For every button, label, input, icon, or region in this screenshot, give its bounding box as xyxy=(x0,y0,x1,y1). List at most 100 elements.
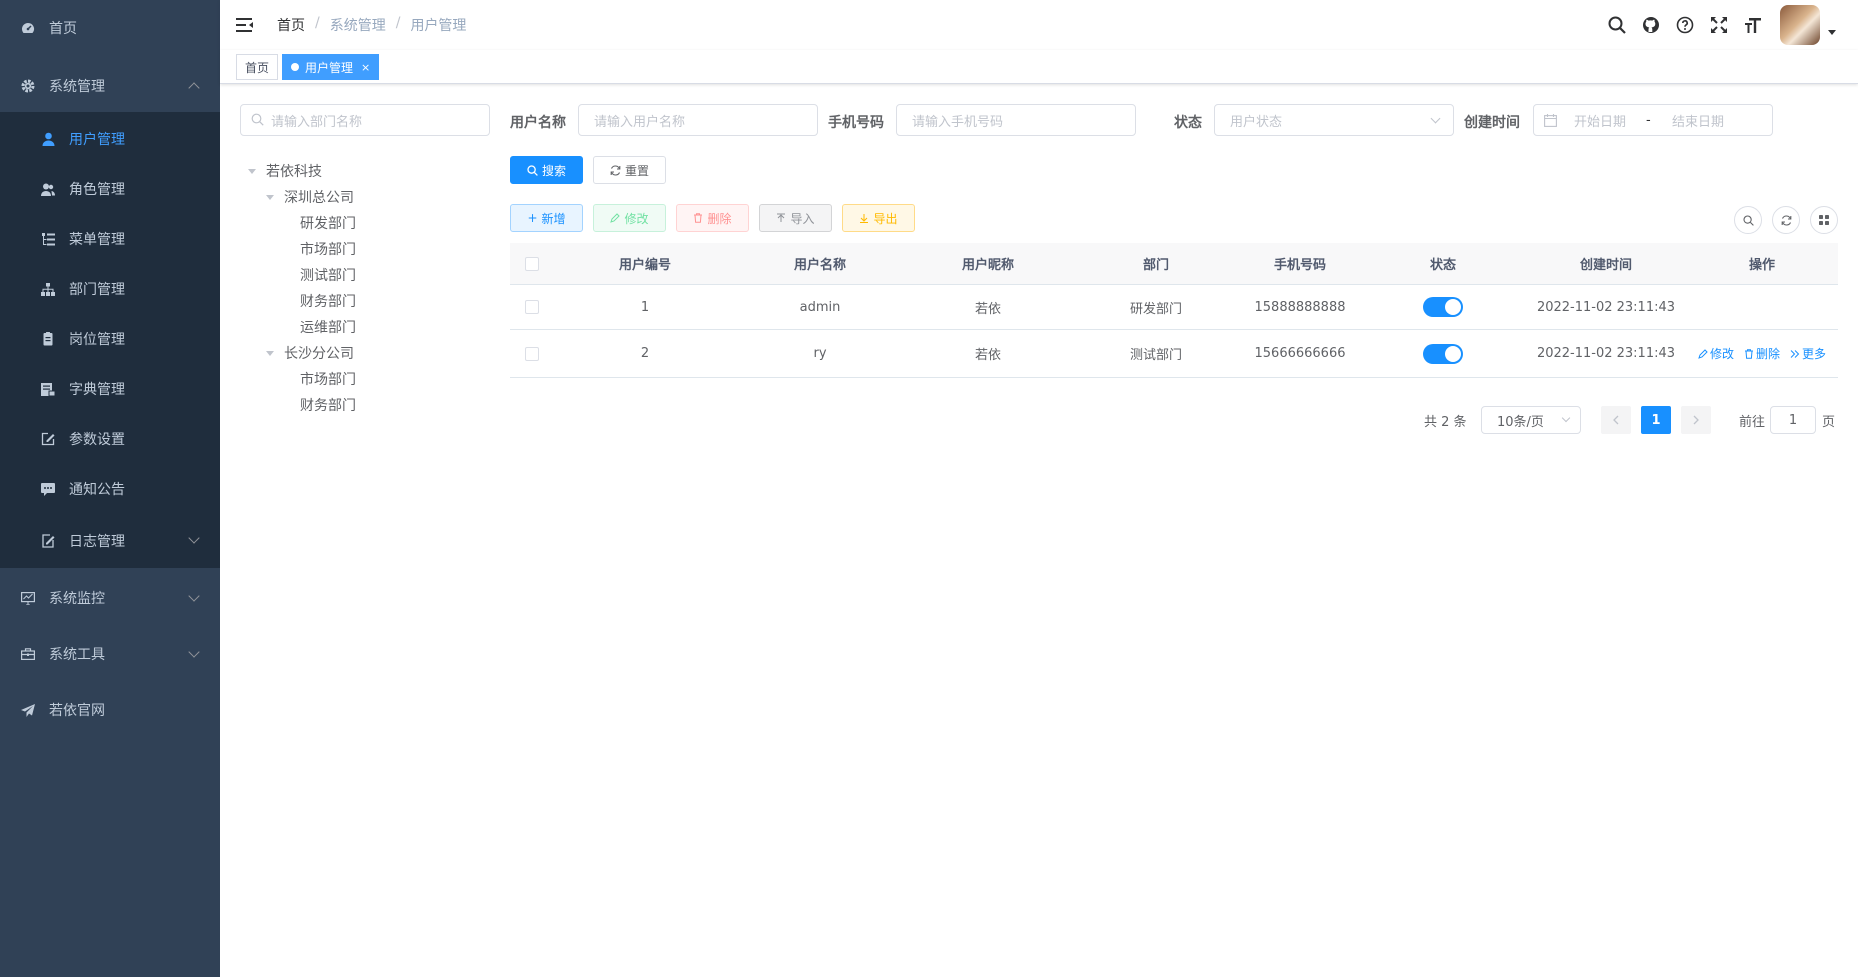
sidebar-item-posts[interactable]: 岗位管理 xyxy=(0,314,220,364)
search-icon[interactable] xyxy=(1600,0,1634,50)
username-input[interactable]: 请输入用户名称 xyxy=(578,104,818,136)
row-checkbox-cell[interactable] xyxy=(510,300,554,314)
sidebar-item-label: 字典管理 xyxy=(69,382,125,398)
tree-node-label: 财务部门 xyxy=(300,294,356,310)
page-suffix: 页 xyxy=(1822,414,1836,430)
sidebar-item-tools[interactable]: 系统工具 xyxy=(0,626,220,682)
search-button[interactable]: 搜索 xyxy=(510,156,583,184)
tree-node-changsha[interactable]: 长沙分公司 xyxy=(266,343,354,363)
gear-icon xyxy=(20,78,36,94)
refresh-button[interactable] xyxy=(1772,206,1800,234)
delete-button[interactable]: 删除 xyxy=(676,204,749,232)
reset-button[interactable]: 重置 xyxy=(593,156,666,184)
avatar[interactable] xyxy=(1780,5,1820,45)
sidebar-item-monitor[interactable]: 系统监控 xyxy=(0,570,220,626)
github-icon[interactable] xyxy=(1634,0,1668,50)
sidebar-item-logs[interactable]: 日志管理 xyxy=(0,516,220,566)
table-row[interactable]: 1 admin 若依 研发部门 15888888888 2022-11-02 2… xyxy=(510,285,1838,330)
font-size-icon[interactable] xyxy=(1736,0,1770,50)
cell-user-id: 2 xyxy=(640,346,650,361)
link-label: 删除 xyxy=(1755,347,1780,361)
edit-button[interactable]: 修改 xyxy=(593,204,666,232)
sidebar-item-dicts[interactable]: 字典管理 xyxy=(0,364,220,414)
tree-node-shenzhen[interactable]: 深圳总公司 xyxy=(266,187,354,207)
import-button[interactable]: 导入 xyxy=(759,204,832,232)
close-icon[interactable]: × xyxy=(361,61,370,74)
select-all-checkbox-cell[interactable] xyxy=(510,256,554,271)
columns-button[interactable] xyxy=(1810,206,1838,234)
sidebar-item-home[interactable]: 首页 xyxy=(0,0,220,56)
tree-node-rd[interactable]: 研发部门 xyxy=(300,213,356,233)
prev-page-button[interactable] xyxy=(1601,406,1631,434)
tag-user-management[interactable]: 用户管理 × xyxy=(282,54,380,80)
sidebar-item-system[interactable]: 系统管理 xyxy=(0,58,220,114)
add-button[interactable]: + 新增 xyxy=(510,204,583,232)
phone-input[interactable]: 请输入手机号码 xyxy=(896,104,1136,136)
user-icon xyxy=(40,131,56,147)
sidebar-item-label: 用户管理 xyxy=(69,132,125,148)
goto-page-input[interactable]: 1 xyxy=(1770,406,1816,434)
dept-search-input[interactable]: 请输入部门名称 xyxy=(240,104,490,136)
cell-username: admin xyxy=(799,299,841,315)
button-label: 删除 xyxy=(707,211,732,226)
sidebar-item-roles[interactable]: 角色管理 xyxy=(0,164,220,214)
select-all-checkbox[interactable] xyxy=(525,256,539,271)
tree-node-cs-finance[interactable]: 财务部门 xyxy=(300,395,356,415)
date-start-input[interactable]: 开始日期 xyxy=(1574,111,1626,130)
cell-created: 2022-11-02 23:11:43 xyxy=(1536,346,1676,361)
row-delete-link[interactable]: 删除 xyxy=(1744,345,1780,362)
export-button[interactable]: 导出 xyxy=(842,204,915,232)
table-row[interactable]: 2 ry 若依 测试部门 15666666666 2022-11-02 23:1… xyxy=(510,330,1838,378)
row-checkbox[interactable] xyxy=(525,346,539,361)
tree-node-ops[interactable]: 运维部门 xyxy=(300,317,356,337)
tree-node-test[interactable]: 测试部门 xyxy=(300,265,356,285)
hamburger-icon[interactable] xyxy=(236,16,254,34)
question-icon[interactable] xyxy=(1668,0,1702,50)
sidebar-item-menus[interactable]: 菜单管理 xyxy=(0,214,220,264)
cell-user-id: 1 xyxy=(640,299,650,315)
button-label: 重置 xyxy=(624,163,649,178)
tree-node-market[interactable]: 市场部门 xyxy=(300,239,356,259)
sidebar-item-label: 首页 xyxy=(49,21,77,37)
date-range-picker[interactable]: 开始日期 - 结束日期 xyxy=(1533,104,1773,136)
fullscreen-icon[interactable] xyxy=(1702,0,1736,50)
status-select[interactable]: 用户状态 xyxy=(1214,104,1454,136)
tree-node-label: 深圳总公司 xyxy=(284,190,354,206)
tree-node-cs-market[interactable]: 市场部门 xyxy=(300,369,356,389)
page-number-button[interactable]: 1 xyxy=(1641,406,1671,434)
cell-created: 2022-11-02 23:11:43 xyxy=(1536,299,1676,315)
row-more-link[interactable]: 更多 xyxy=(1790,345,1826,362)
caret-down-icon[interactable] xyxy=(248,168,256,174)
next-page-button[interactable] xyxy=(1681,406,1711,434)
tree-node-label: 财务部门 xyxy=(300,398,356,414)
chevron-down-icon xyxy=(188,646,200,658)
breadcrumb-separator: / xyxy=(315,15,320,31)
toggle-search-button[interactable] xyxy=(1734,206,1762,234)
peoples-icon xyxy=(40,181,56,197)
toolbox-icon xyxy=(20,646,36,662)
tree-node-label: 研发部门 xyxy=(300,216,356,232)
page-size-select[interactable]: 10条/页 xyxy=(1481,406,1581,434)
status-toggle[interactable] xyxy=(1423,343,1463,364)
caret-down-icon[interactable] xyxy=(266,350,274,356)
chevron-right-icon xyxy=(1693,415,1699,425)
caret-down-icon[interactable] xyxy=(266,194,274,200)
date-end-input[interactable]: 结束日期 xyxy=(1672,111,1724,130)
breadcrumb-current: 用户管理 xyxy=(410,18,467,34)
tree-node-finance[interactable]: 财务部门 xyxy=(300,291,356,311)
row-checkbox-cell[interactable] xyxy=(510,346,554,361)
row-checkbox[interactable] xyxy=(525,300,539,314)
sidebar-item-users[interactable]: 用户管理 xyxy=(0,114,220,164)
tag-home[interactable]: 首页 xyxy=(236,54,279,80)
trash-icon xyxy=(694,213,703,223)
sidebar-item-depts[interactable]: 部门管理 xyxy=(0,264,220,314)
status-toggle[interactable] xyxy=(1423,297,1463,317)
cell-phone: 15888888888 xyxy=(1254,299,1346,315)
sidebar-item-config[interactable]: 参数设置 xyxy=(0,414,220,464)
tree-node-root[interactable]: 若依科技 xyxy=(248,161,322,181)
row-edit-link[interactable]: 修改 xyxy=(1698,345,1734,362)
sidebar-item-notice[interactable]: 通知公告 xyxy=(0,464,220,514)
caret-down-icon[interactable] xyxy=(1828,29,1836,35)
breadcrumb-home[interactable]: 首页 xyxy=(277,15,305,35)
sidebar-item-website[interactable]: 若依官网 xyxy=(0,682,220,738)
